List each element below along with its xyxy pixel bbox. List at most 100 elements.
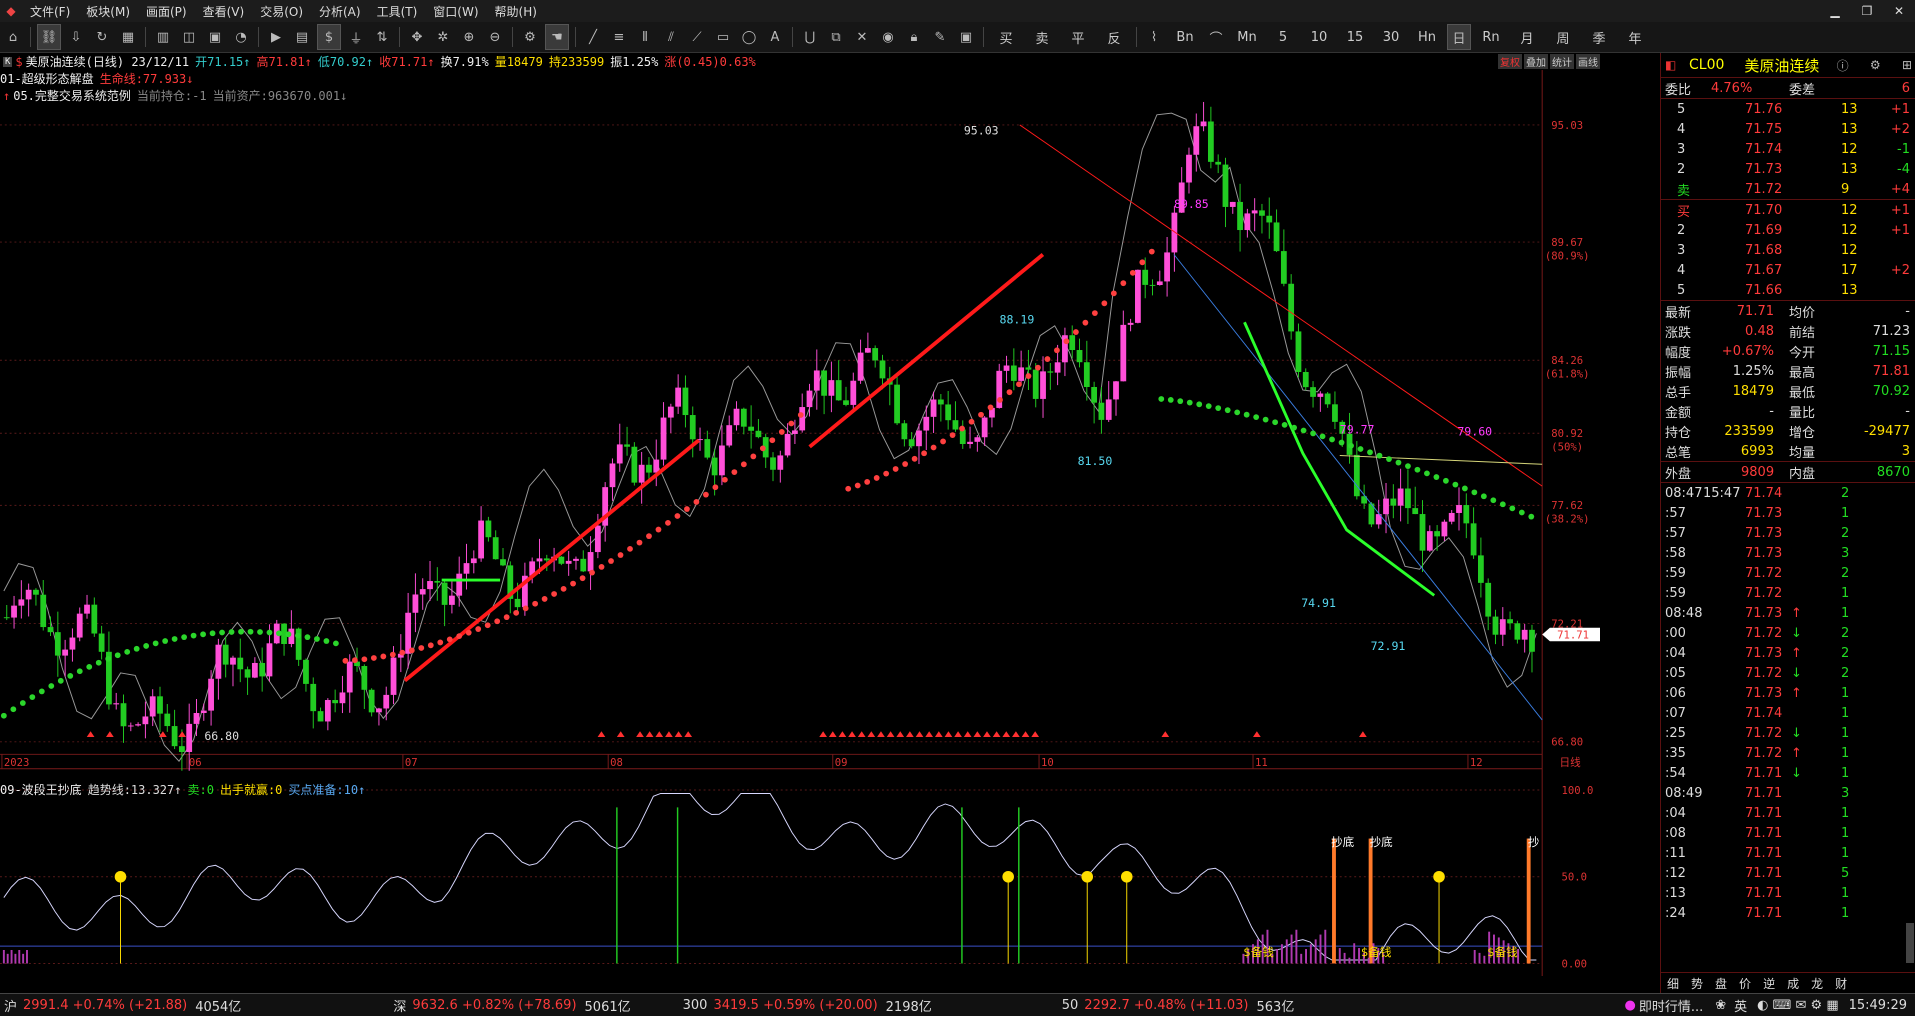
sell-button[interactable]: 卖 bbox=[1026, 25, 1058, 49]
interval-5[interactable]: 5 bbox=[1267, 25, 1299, 49]
menu-window[interactable]: 窗口(W) bbox=[425, 3, 486, 20]
interval-year[interactable]: 年 bbox=[1619, 25, 1651, 49]
overlay-button[interactable]: 叠加 bbox=[1524, 54, 1548, 69]
quote-tab[interactable]: 财 bbox=[1829, 975, 1853, 992]
reverse-button[interactable]: 反 bbox=[1098, 25, 1130, 49]
draw-button[interactable]: 画线 bbox=[1576, 54, 1600, 69]
quote-tab[interactable]: 龙 bbox=[1805, 975, 1829, 992]
i50-index[interactable]: 2292.7 +0.48% (+11.03) bbox=[1084, 998, 1248, 1013]
menu-help[interactable]: 帮助(H) bbox=[487, 3, 545, 20]
scrollbar[interactable] bbox=[1906, 923, 1914, 963]
menu-tools[interactable]: 工具(T) bbox=[369, 3, 426, 20]
buy-button[interactable]: 买 bbox=[990, 25, 1022, 49]
menu-view-page[interactable]: 画面(P) bbox=[138, 3, 195, 20]
hline-icon[interactable]: ≡ bbox=[608, 25, 630, 49]
sh-index[interactable]: 2991.4 +0.74% (+21.88) bbox=[23, 998, 187, 1013]
save-icon[interactable]: ▣ bbox=[955, 25, 977, 49]
zoom-in-icon[interactable]: ⊕ bbox=[458, 25, 480, 49]
menu-view[interactable]: 查看(V) bbox=[195, 3, 253, 20]
expand-icon[interactable]: ⊞ bbox=[1898, 58, 1915, 72]
home-icon[interactable]: ⌂ bbox=[2, 25, 24, 49]
link-icon[interactable]: ⛓ bbox=[37, 24, 61, 50]
zoom-out-icon[interactable]: ⊖ bbox=[484, 25, 506, 49]
filter-icon[interactable]: ⏚ bbox=[345, 25, 367, 49]
interval-15[interactable]: 15 bbox=[1339, 25, 1371, 49]
hand-icon[interactable]: ☚ bbox=[545, 24, 569, 50]
channel-icon[interactable]: ⫽ bbox=[660, 25, 682, 49]
sort-icon[interactable]: ⇅ bbox=[371, 25, 393, 49]
interval-30[interactable]: 30 bbox=[1375, 25, 1407, 49]
close-position-button[interactable]: 平 bbox=[1062, 25, 1094, 49]
sub-indicator-name[interactable]: 09-波段王抄底 bbox=[0, 781, 82, 798]
paw-icon[interactable]: ❀ bbox=[1715, 998, 1726, 1013]
scope-icon[interactable]: ◔ bbox=[230, 25, 252, 49]
menu-sector[interactable]: 板块(M) bbox=[78, 3, 138, 20]
vline-icon[interactable]: ⦀ bbox=[634, 25, 656, 49]
quote-tab[interactable]: 成 bbox=[1781, 975, 1805, 992]
interval-mn[interactable]: Mn bbox=[1231, 25, 1263, 49]
line-chart-icon[interactable]: ⌒ bbox=[1205, 25, 1227, 49]
interval-10[interactable]: 10 bbox=[1303, 25, 1335, 49]
panel-icon[interactable]: ▣ bbox=[204, 25, 226, 49]
quote-tab[interactable]: 势 bbox=[1685, 975, 1709, 992]
indicator-1-name[interactable]: 01-超级形态解盘 bbox=[0, 70, 94, 87]
menu-analysis[interactable]: 分析(A) bbox=[311, 3, 369, 20]
interval-bn[interactable]: Bn bbox=[1169, 25, 1201, 49]
copy-icon[interactable]: ⧉ bbox=[825, 25, 847, 49]
quote-tab[interactable]: 细 bbox=[1661, 975, 1685, 992]
bug-icon[interactable]: ✲ bbox=[432, 25, 454, 49]
tick-list[interactable]: 08:47 15:47 71.74 2:57 71.73 1:57 71.73 2:58 71.… bbox=[1661, 483, 1915, 923]
kline-type-icon[interactable]: ⌇ bbox=[1143, 25, 1165, 49]
chart-type-icon[interactable]: K bbox=[3, 56, 13, 67]
fib-icon[interactable]: ⟋ bbox=[686, 25, 708, 49]
doc-icon[interactable]: ▤ bbox=[291, 25, 313, 49]
candle-body bbox=[689, 415, 696, 440]
menu-trade[interactable]: 交易(O) bbox=[252, 3, 311, 20]
i300-index[interactable]: 3419.5 +0.59% (+20.00) bbox=[713, 998, 877, 1013]
menu-file[interactable]: 文件(F) bbox=[22, 3, 78, 20]
quote-tab[interactable]: 价 bbox=[1733, 975, 1757, 992]
gear-icon[interactable]: ⚙ bbox=[1866, 58, 1885, 72]
maximize-icon[interactable]: ❐ bbox=[1851, 0, 1883, 22]
line-draw-icon[interactable]: ╱ bbox=[582, 25, 604, 49]
interval-month[interactable]: 月 bbox=[1511, 25, 1543, 49]
quote-tab[interactable]: 盘 bbox=[1709, 975, 1733, 992]
stats-button[interactable]: 统计 bbox=[1550, 54, 1574, 69]
lock-icon[interactable]: 🔒︎ bbox=[903, 25, 925, 49]
ime-indicator[interactable]: 英 bbox=[1734, 996, 1747, 1015]
download-icon[interactable]: ⇩ bbox=[65, 25, 87, 49]
info-icon[interactable]: ⓘ bbox=[1833, 57, 1853, 74]
price-tick: (50%) bbox=[1551, 442, 1583, 454]
interval-rn[interactable]: Rn bbox=[1475, 25, 1507, 49]
settings-icon[interactable]: ⚙ bbox=[519, 25, 541, 49]
fuquan-button[interactable]: 复权 bbox=[1498, 54, 1522, 69]
kline-chart[interactable]: 95.03 89.85 88.19 81.50 79.77 79.60 74.91 72.91… bbox=[0, 53, 1600, 993]
prev-symbol-icon[interactable]: ◧ bbox=[1665, 58, 1676, 72]
minimize-icon[interactable]: ▁ bbox=[1819, 0, 1851, 22]
ime-icons[interactable]: ◐ ⌨ ✉ ⚙ ▦ bbox=[1757, 998, 1838, 1013]
stat-label: 均量 bbox=[1789, 445, 1816, 461]
daily-icon[interactable]: 日 bbox=[1447, 24, 1471, 50]
pen-icon[interactable]: ✎ bbox=[929, 25, 951, 49]
move-icon[interactable]: ✥ bbox=[406, 25, 428, 49]
interval-hn[interactable]: Hn bbox=[1411, 25, 1443, 49]
close-icon[interactable]: ✕ bbox=[1883, 0, 1915, 22]
interval-season[interactable]: 季 bbox=[1583, 25, 1615, 49]
indicator-2-name[interactable]: 05.完整交易系统范例 bbox=[13, 87, 131, 104]
rect-icon[interactable]: ▭ bbox=[712, 25, 734, 49]
grid-icon[interactable]: ▦ bbox=[117, 25, 139, 49]
ellipse-icon[interactable]: ◯ bbox=[738, 25, 760, 49]
eye-icon[interactable]: ◉ bbox=[877, 25, 899, 49]
sz-index[interactable]: 9632.6 +0.82% (+78.69) bbox=[412, 998, 576, 1013]
text-icon[interactable]: A bbox=[764, 25, 786, 49]
delete-icon[interactable]: ✕ bbox=[851, 25, 873, 49]
quote-tab[interactable]: 逆 bbox=[1757, 975, 1781, 992]
magnet-icon[interactable]: ⋃ bbox=[799, 25, 821, 49]
dollar-button[interactable]: $ bbox=[317, 24, 341, 50]
news-ticker[interactable]: 即时行情... bbox=[1639, 996, 1703, 1015]
kline-icon[interactable]: ▥ bbox=[152, 25, 174, 49]
chart-icon[interactable]: ◫ bbox=[178, 25, 200, 49]
refresh-icon[interactable]: ↻ bbox=[91, 25, 113, 49]
play-icon[interactable]: ▶ bbox=[265, 25, 287, 49]
interval-week[interactable]: 周 bbox=[1547, 25, 1579, 49]
